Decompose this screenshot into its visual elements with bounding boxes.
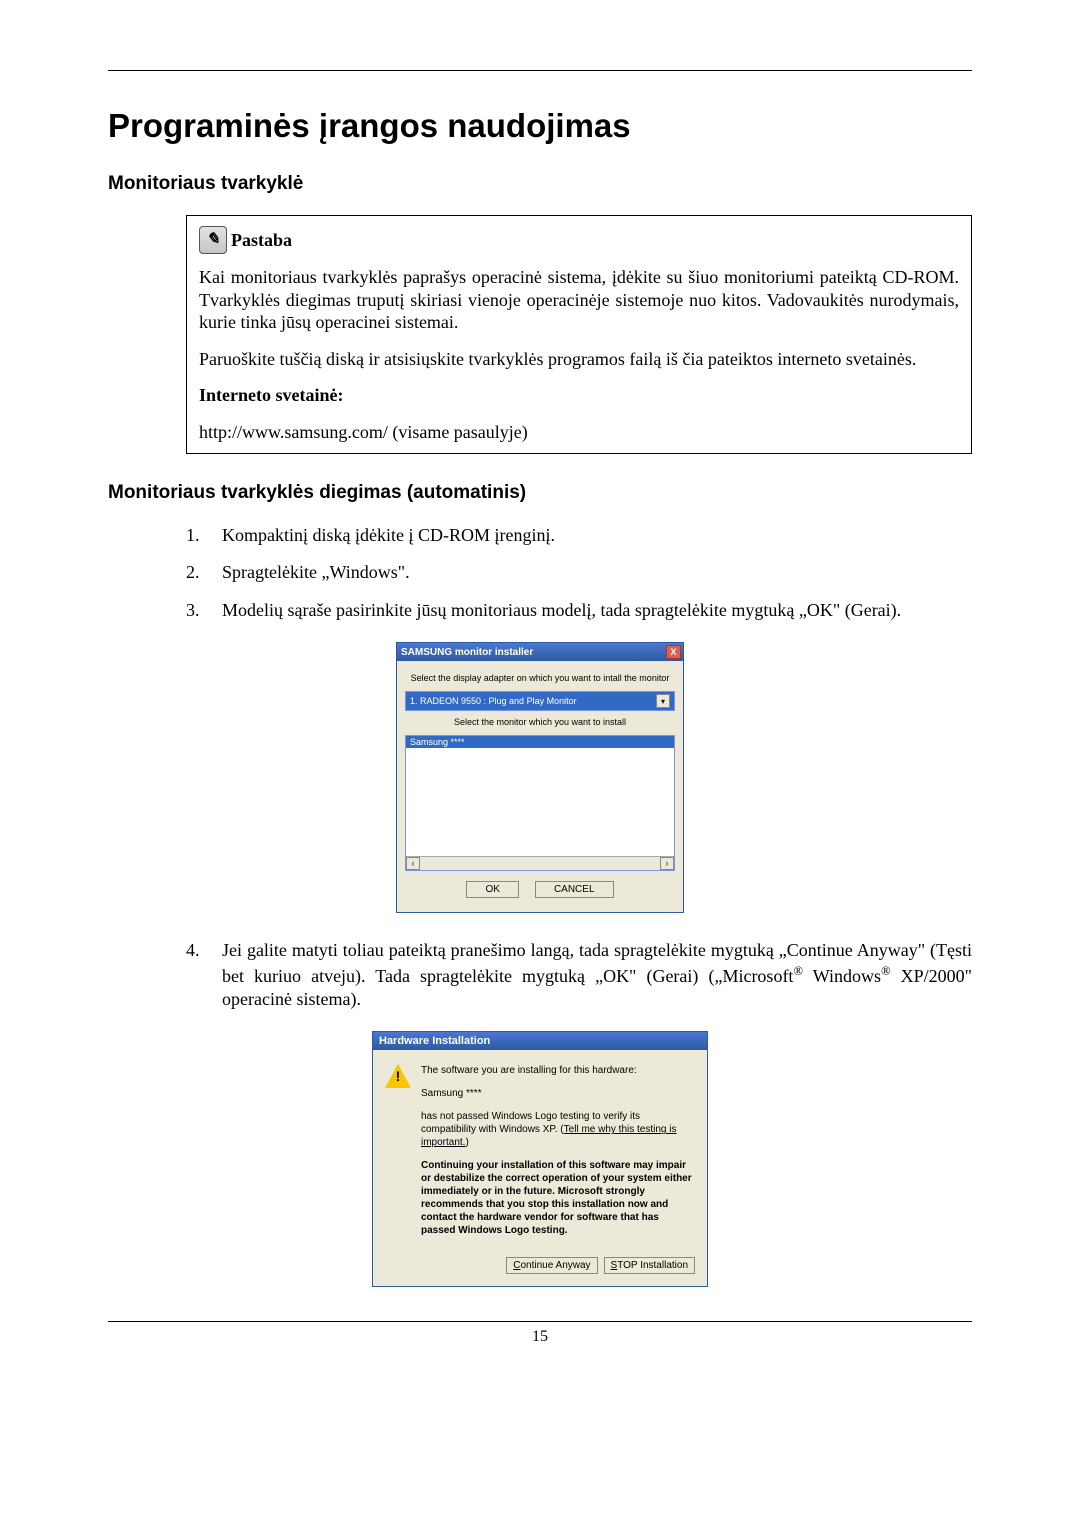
- step-text: Spragtelėkite „Windows".: [222, 561, 972, 584]
- scroll-left-icon[interactable]: ‹: [406, 857, 420, 870]
- hwdlg-text: The software you are installing for this…: [421, 1064, 695, 1077]
- ok-button[interactable]: OK: [466, 881, 518, 898]
- step-text: Jei galite matyti toliau pateiktą praneš…: [222, 939, 972, 1011]
- list-item: 1. Kompaktinį diską įdėkite į CD-ROM įre…: [186, 524, 972, 547]
- list-item: 2. Spragtelėkite „Windows".: [186, 561, 972, 584]
- note-icon: ✎: [199, 226, 227, 254]
- cancel-button[interactable]: CANCEL: [535, 881, 614, 898]
- bottom-rule: [108, 1321, 972, 1322]
- note-title: Pastaba: [231, 229, 292, 252]
- hwdlg-titlebar: Hardware Installation: [373, 1032, 707, 1050]
- adapter-dropdown[interactable]: 1. RADEON 9550 : Plug and Play Monitor ▾: [405, 691, 675, 711]
- step-number: 1.: [186, 524, 222, 547]
- list-item: 3. Modelių sąraše pasirinkite jūsų monit…: [186, 599, 972, 622]
- list-item: 4. Jei galite matyti toliau pateiktą pra…: [186, 939, 972, 1011]
- installer-label-adapter: Select the display adapter on which you …: [405, 673, 675, 683]
- step-text: Modelių sąraše pasirinkite jūsų monitori…: [222, 599, 972, 622]
- page-number: 15: [108, 1328, 972, 1346]
- section-heading-driver: Monitoriaus tvarkyklė: [108, 173, 972, 195]
- continue-anyway-button[interactable]: Continue Anyway: [506, 1257, 597, 1274]
- step-text: Kompaktinį diską įdėkite į CD-ROM įrengi…: [222, 524, 972, 547]
- hwdlg-device: Samsung ****: [421, 1087, 695, 1100]
- step-number: 2.: [186, 561, 222, 584]
- dropdown-value: 1. RADEON 9550 : Plug and Play Monitor: [410, 696, 577, 706]
- monitor-list-selected[interactable]: Samsung ****: [406, 736, 674, 748]
- monitor-list[interactable]: Samsung **** ‹ ›: [405, 735, 675, 871]
- note-internet-label: Interneto svetainė:: [199, 384, 959, 407]
- scroll-right-icon[interactable]: ›: [660, 857, 674, 870]
- page-title: Programinės įrangos naudojimas: [108, 107, 972, 145]
- note-paragraph: Kai monitoriaus tvarkyklės paprašys oper…: [199, 266, 959, 334]
- hardware-installation-dialog: Hardware Installation ! The software you…: [372, 1031, 708, 1287]
- installer-titlebar: SAMSUNG monitor installer X: [397, 643, 683, 661]
- step-number: 3.: [186, 599, 222, 622]
- steps-list: 4. Jei galite matyti toliau pateiktą pra…: [186, 939, 972, 1011]
- installer-label-monitor: Select the monitor which you want to ins…: [405, 717, 675, 727]
- stop-installation-button[interactable]: STOP Installation: [604, 1257, 695, 1274]
- installer-title: SAMSUNG monitor installer: [401, 647, 533, 658]
- step-number: 4.: [186, 939, 222, 1011]
- hwdlg-warning: Continuing your installation of this sof…: [421, 1159, 695, 1237]
- installer-dialog: SAMSUNG monitor installer X Select the d…: [396, 642, 684, 913]
- hwdlg-text: has not passed Windows Logo testing to v…: [421, 1110, 695, 1149]
- note-box: ✎ Pastaba Kai monitoriaus tvarkyklės pap…: [186, 215, 972, 454]
- top-rule: [108, 70, 972, 71]
- note-url: http://www.samsung.com/ (visame pasaulyj…: [199, 421, 959, 444]
- steps-list: 1. Kompaktinį diską įdėkite į CD-ROM įre…: [186, 524, 972, 622]
- horizontal-scrollbar[interactable]: ‹ ›: [406, 856, 674, 870]
- chevron-down-icon[interactable]: ▾: [656, 694, 670, 708]
- section-heading-install: Monitoriaus tvarkyklės diegimas (automat…: [108, 482, 972, 504]
- note-paragraph: Paruoškite tuščią diską ir atsisiųskite …: [199, 348, 959, 371]
- close-icon[interactable]: X: [666, 645, 681, 659]
- warning-icon: !: [385, 1064, 411, 1090]
